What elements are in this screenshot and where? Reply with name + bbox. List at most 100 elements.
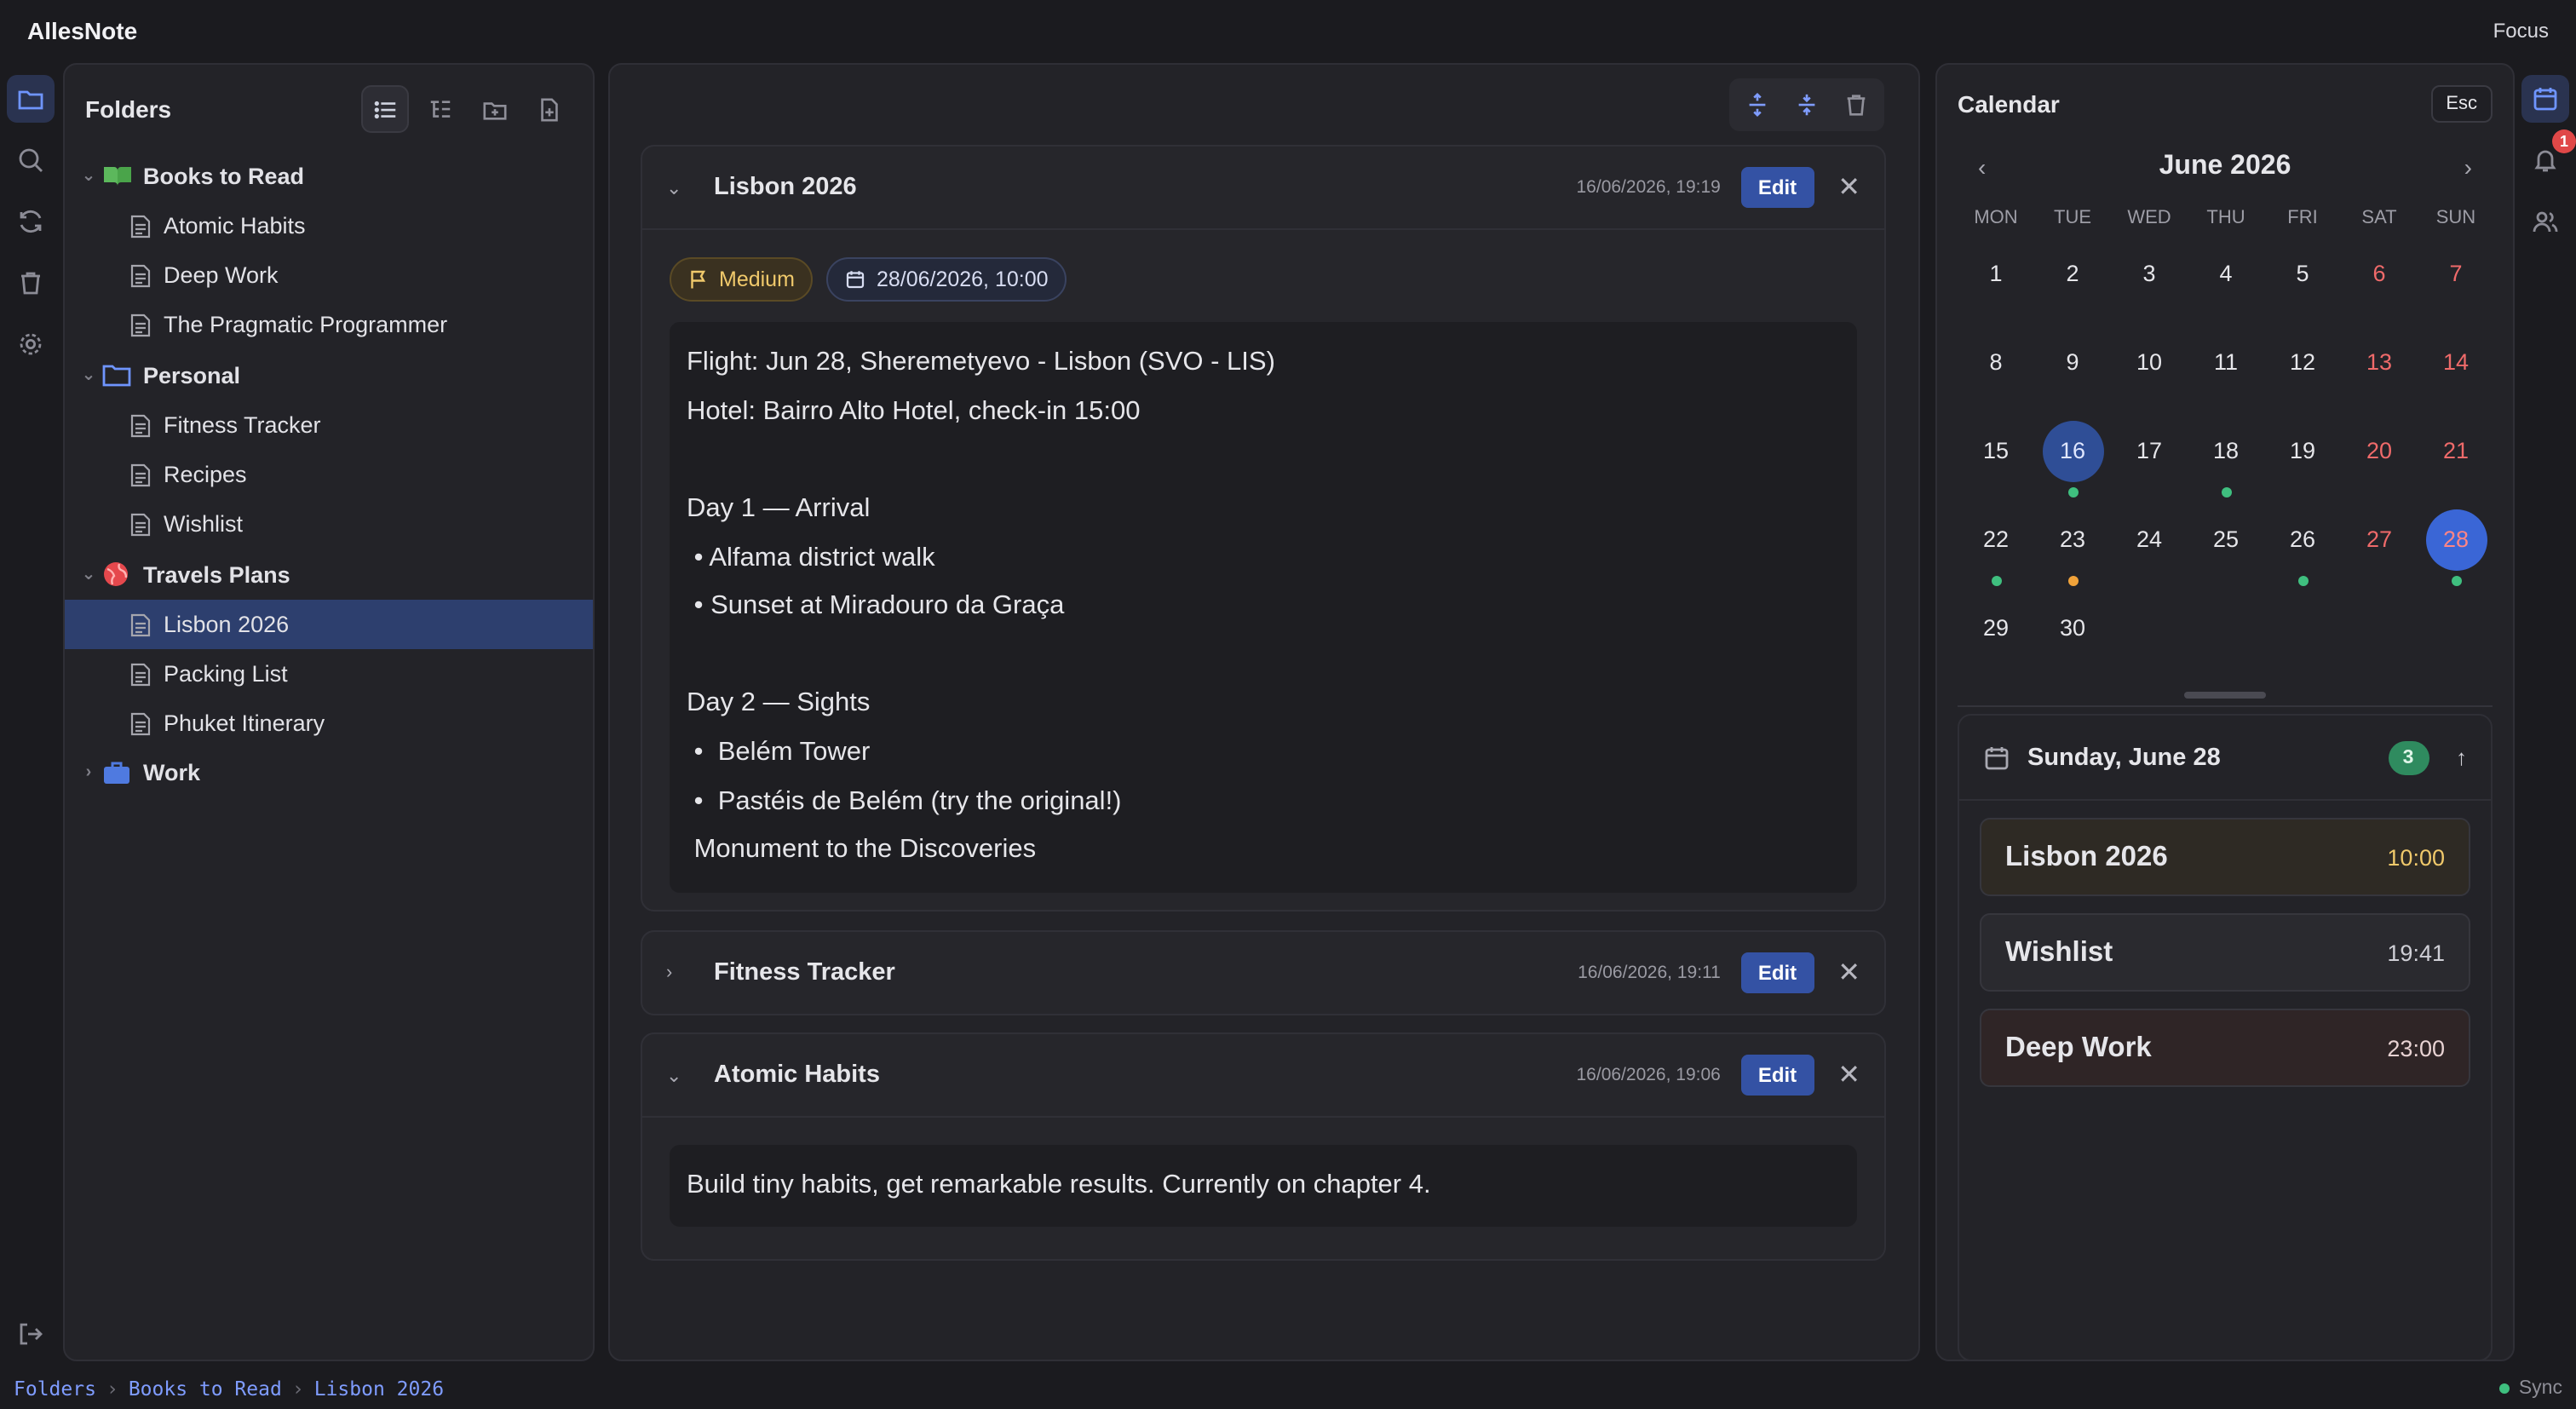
calendar-day[interactable]: 1 xyxy=(1958,235,2034,324)
edit-button[interactable]: Edit xyxy=(1740,952,1814,993)
sync-status[interactable]: Sync xyxy=(2499,1378,2562,1399)
esc-button[interactable]: Esc xyxy=(2430,85,2493,123)
notifications-button[interactable]: 1 xyxy=(2521,129,2576,184)
folder-item[interactable]: ⌄ Books to Read xyxy=(65,150,593,201)
agenda-event[interactable]: Wishlist 19:41 xyxy=(1980,913,2470,992)
tree-view-button[interactable] xyxy=(416,85,463,133)
calendar-day[interactable]: 5 xyxy=(2264,235,2341,324)
priority-badge[interactable]: Medium xyxy=(670,257,814,302)
calendar-day[interactable]: 22 xyxy=(1958,501,2034,589)
chevron-down-icon[interactable]: ⌄ xyxy=(666,176,700,198)
calendar-day[interactable]: 8 xyxy=(1958,324,2034,412)
calendar-day[interactable]: 14 xyxy=(2418,324,2494,412)
logout-button[interactable] xyxy=(7,1310,55,1358)
note-body-text: Build tiny habits, get remarkable result… xyxy=(687,1170,1431,1199)
note-item[interactable]: Fitness Tracker xyxy=(65,400,593,450)
trash-nav-button[interactable] xyxy=(7,259,55,307)
calendar-day[interactable]: 24 xyxy=(2111,501,2188,589)
calendar-day[interactable]: 4 xyxy=(2188,235,2264,324)
calendar-day[interactable]: 6 xyxy=(2341,235,2418,324)
delete-notes-button[interactable] xyxy=(1831,82,1881,128)
chevron-down-icon[interactable]: ⌄ xyxy=(666,1064,700,1086)
edit-button[interactable]: Edit xyxy=(1740,167,1814,208)
prev-month-button[interactable]: ‹ xyxy=(1978,153,1986,181)
calendar-day[interactable]: 29 xyxy=(1958,589,2034,678)
close-icon[interactable]: ✕ xyxy=(1837,1058,1860,1092)
note-card-header[interactable]: ⌄ Lisbon 2026 16/06/2026, 19:19 Edit ✕ xyxy=(642,147,1884,228)
calendar-icon xyxy=(1985,746,2009,769)
calendar-day[interactable]: 2 xyxy=(2034,235,2111,324)
arrow-up-icon[interactable]: ↑ xyxy=(2456,745,2467,770)
folder-item[interactable]: › Work xyxy=(65,748,593,796)
calendar-day[interactable]: 13 xyxy=(2341,324,2418,412)
note-item[interactable]: Deep Work xyxy=(65,250,593,300)
users-nav-button[interactable] xyxy=(2521,198,2569,245)
settings-nav-button[interactable] xyxy=(7,320,55,368)
note-content[interactable]: Build tiny habits, get remarkable result… xyxy=(670,1145,1857,1227)
note-content[interactable]: Flight: Jun 28, Sheremetyevo - Lisbon (S… xyxy=(670,322,1857,893)
focus-button[interactable]: Focus xyxy=(2493,19,2549,43)
calendar-day[interactable]: 17 xyxy=(2111,412,2188,501)
chevron-down-icon[interactable]: ⌄ xyxy=(78,365,99,384)
day-number: 16 xyxy=(2042,421,2103,482)
chevron-right-icon[interactable]: › xyxy=(666,963,700,983)
next-month-button[interactable]: › xyxy=(2464,153,2472,181)
resize-handle[interactable] xyxy=(2184,692,2266,699)
calendar-grid: 1 2 3 4 5 6 7 8 9 10 11 12 13 14 15 16 17 18 19 20 21 22 23 24 2… xyxy=(1937,235,2513,678)
sync-nav-button[interactable] xyxy=(7,198,55,245)
note-item[interactable]: Atomic Habits xyxy=(65,201,593,250)
note-label: The Pragmatic Programmer xyxy=(164,312,448,337)
note-item[interactable]: Packing List xyxy=(65,649,593,699)
calendar-day[interactable]: 20 xyxy=(2341,412,2418,501)
list-view-button[interactable] xyxy=(361,85,409,133)
calendar-day[interactable]: 9 xyxy=(2034,324,2111,412)
calendar-day[interactable]: 27 xyxy=(2341,501,2418,589)
calendar-nav-button[interactable] xyxy=(2521,75,2569,123)
collapse-all-button[interactable] xyxy=(1782,82,1831,128)
close-icon[interactable]: ✕ xyxy=(1837,956,1860,990)
calendar-day[interactable]: 30 xyxy=(2034,589,2111,678)
note-item[interactable]: Lisbon 2026 xyxy=(65,600,593,649)
calendar-day[interactable]: 26 xyxy=(2264,501,2341,589)
breadcrumb-item[interactable]: Books to Read xyxy=(129,1377,282,1400)
calendar-day[interactable]: 23 xyxy=(2034,501,2111,589)
note-card-header[interactable]: › Fitness Tracker 16/06/2026, 19:11 Edit… xyxy=(642,932,1884,1014)
agenda-event[interactable]: Lisbon 2026 10:00 xyxy=(1980,818,2470,896)
breadcrumb-item[interactable]: Folders xyxy=(14,1377,96,1400)
calendar-day[interactable]: 21 xyxy=(2418,412,2494,501)
note-card-header[interactable]: ⌄ Atomic Habits 16/06/2026, 19:06 Edit ✕ xyxy=(642,1034,1884,1116)
folder-item[interactable]: ⌄ Personal xyxy=(65,349,593,400)
flag-icon xyxy=(691,270,706,289)
calendar-day[interactable]: 12 xyxy=(2264,324,2341,412)
calendar-day[interactable]: 7 xyxy=(2418,235,2494,324)
close-icon[interactable]: ✕ xyxy=(1837,170,1860,204)
note-item[interactable]: Recipes xyxy=(65,450,593,499)
chevron-down-icon[interactable]: ⌄ xyxy=(78,166,99,185)
calendar-day[interactable]: 25 xyxy=(2188,501,2264,589)
file-icon xyxy=(129,214,153,238)
chevron-right-icon[interactable]: › xyxy=(78,762,99,781)
calendar-day[interactable]: 11 xyxy=(2188,324,2264,412)
search-nav-button[interactable] xyxy=(7,136,55,184)
calendar-day[interactable]: 10 xyxy=(2111,324,2188,412)
due-date-badge[interactable]: 28/06/2026, 10:00 xyxy=(826,257,1067,302)
note-item[interactable]: Wishlist xyxy=(65,499,593,549)
note-item[interactable]: The Pragmatic Programmer xyxy=(65,300,593,349)
weekday-label: FRI xyxy=(2287,208,2318,228)
folders-nav-button[interactable] xyxy=(7,75,55,123)
calendar-day[interactable]: 28 xyxy=(2418,501,2494,589)
new-folder-button[interactable] xyxy=(470,85,518,133)
expand-all-button[interactable] xyxy=(1733,82,1782,128)
chevron-down-icon[interactable]: ⌄ xyxy=(78,565,99,584)
new-note-button[interactable] xyxy=(525,85,572,133)
breadcrumb-item[interactable]: Lisbon 2026 xyxy=(314,1377,444,1400)
folder-item[interactable]: ⌄ Travels Plans xyxy=(65,549,593,600)
edit-button[interactable]: Edit xyxy=(1740,1055,1814,1096)
calendar-day[interactable]: 15 xyxy=(1958,412,2034,501)
calendar-day[interactable]: 3 xyxy=(2111,235,2188,324)
calendar-day[interactable]: 16 xyxy=(2034,412,2111,501)
agenda-event[interactable]: Deep Work 23:00 xyxy=(1980,1009,2470,1087)
note-item[interactable]: Phuket Itinerary xyxy=(65,699,593,748)
calendar-day[interactable]: 18 xyxy=(2188,412,2264,501)
calendar-day[interactable]: 19 xyxy=(2264,412,2341,501)
